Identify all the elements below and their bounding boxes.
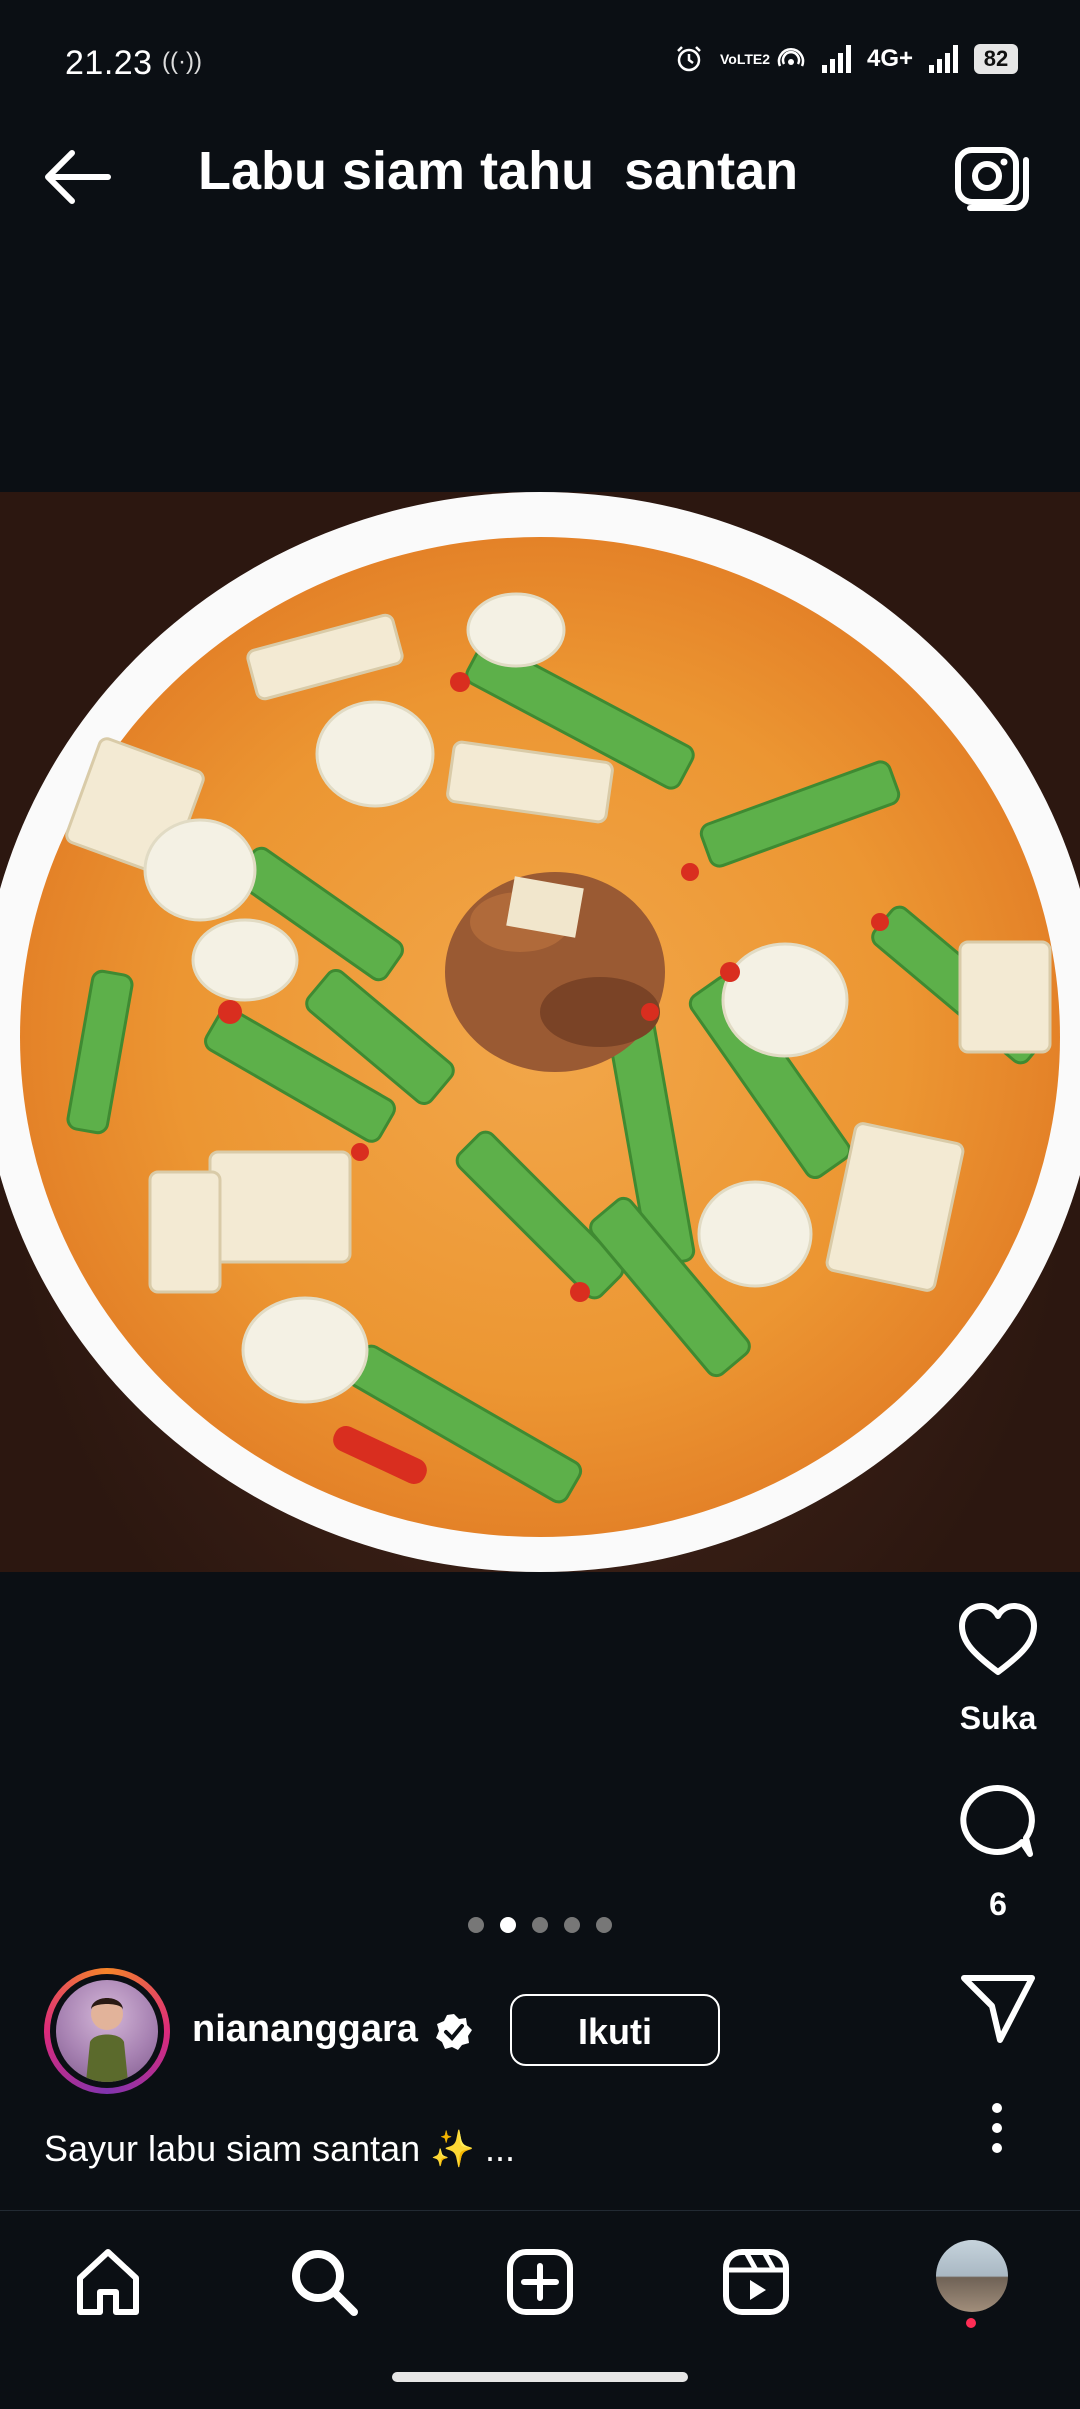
like-label: Suka [959,1700,1037,1736]
user-avatar[interactable] [44,1968,170,2094]
avatar [56,1980,158,2082]
send-icon [961,1975,1035,2043]
nav-profile[interactable] [936,2240,1008,2312]
notification-dot [966,2318,976,2328]
home-indicator[interactable] [392,2372,688,2382]
share-button[interactable] [956,1968,1040,2048]
username[interactable]: niananggara [192,2008,418,2051]
carousel-dot-active [500,1917,516,1933]
status-bar: 21.23 ((·)) VoLTE2 4G+ 82 [0,0,1080,100]
nav-search[interactable] [284,2242,364,2322]
comment-icon [960,1784,1035,1857]
verified-icon [436,2014,472,2050]
plus-square-icon [507,2249,573,2315]
carousel-dot [468,1917,484,1933]
signal-icon-2 [929,45,958,73]
food-photo [0,492,1080,1572]
more-options-button[interactable] [982,2102,1012,2154]
volte-label: VoLTE2 [719,51,771,67]
status-time: 21.23 [65,44,153,82]
hotspot-icon [777,48,805,67]
follow-button[interactable]: Ikuti [510,1994,720,2066]
search-icon [292,2250,358,2316]
more-vertical-icon [992,2103,1002,2153]
carousel-dot [564,1917,580,1933]
comment-button[interactable] [956,1782,1040,1862]
radio-indicator: ((·)) [162,48,202,75]
carousel-dot [596,1917,612,1933]
carousel-indicator [0,1917,1080,1933]
reels-icon [723,2249,789,2315]
page-title: Labu siam tahu santan [198,141,799,201]
home-icon [77,2249,139,2315]
battery-indicator: 82 [974,44,1018,74]
back-button[interactable] [38,142,118,212]
verified-badge [434,2012,474,2052]
alarm-icon [677,46,701,72]
nav-create[interactable] [500,2242,580,2322]
status-icons: VoLTE2 4G+ 82 [674,44,1018,74]
camera-button[interactable] [950,140,1030,214]
like-button[interactable] [956,1600,1040,1680]
heart-icon [959,1603,1037,1675]
network-type: 4G+ [866,45,913,72]
nav-home[interactable] [68,2242,148,2322]
post-image[interactable] [0,492,1080,1572]
signal-icon [821,45,851,73]
camera-icon [955,147,1029,211]
post-caption[interactable]: Sayur labu siam santan ✨ ... [44,2128,515,2170]
nav-reels[interactable] [716,2242,796,2322]
arrow-left-icon [45,150,111,204]
carousel-dot [532,1917,548,1933]
